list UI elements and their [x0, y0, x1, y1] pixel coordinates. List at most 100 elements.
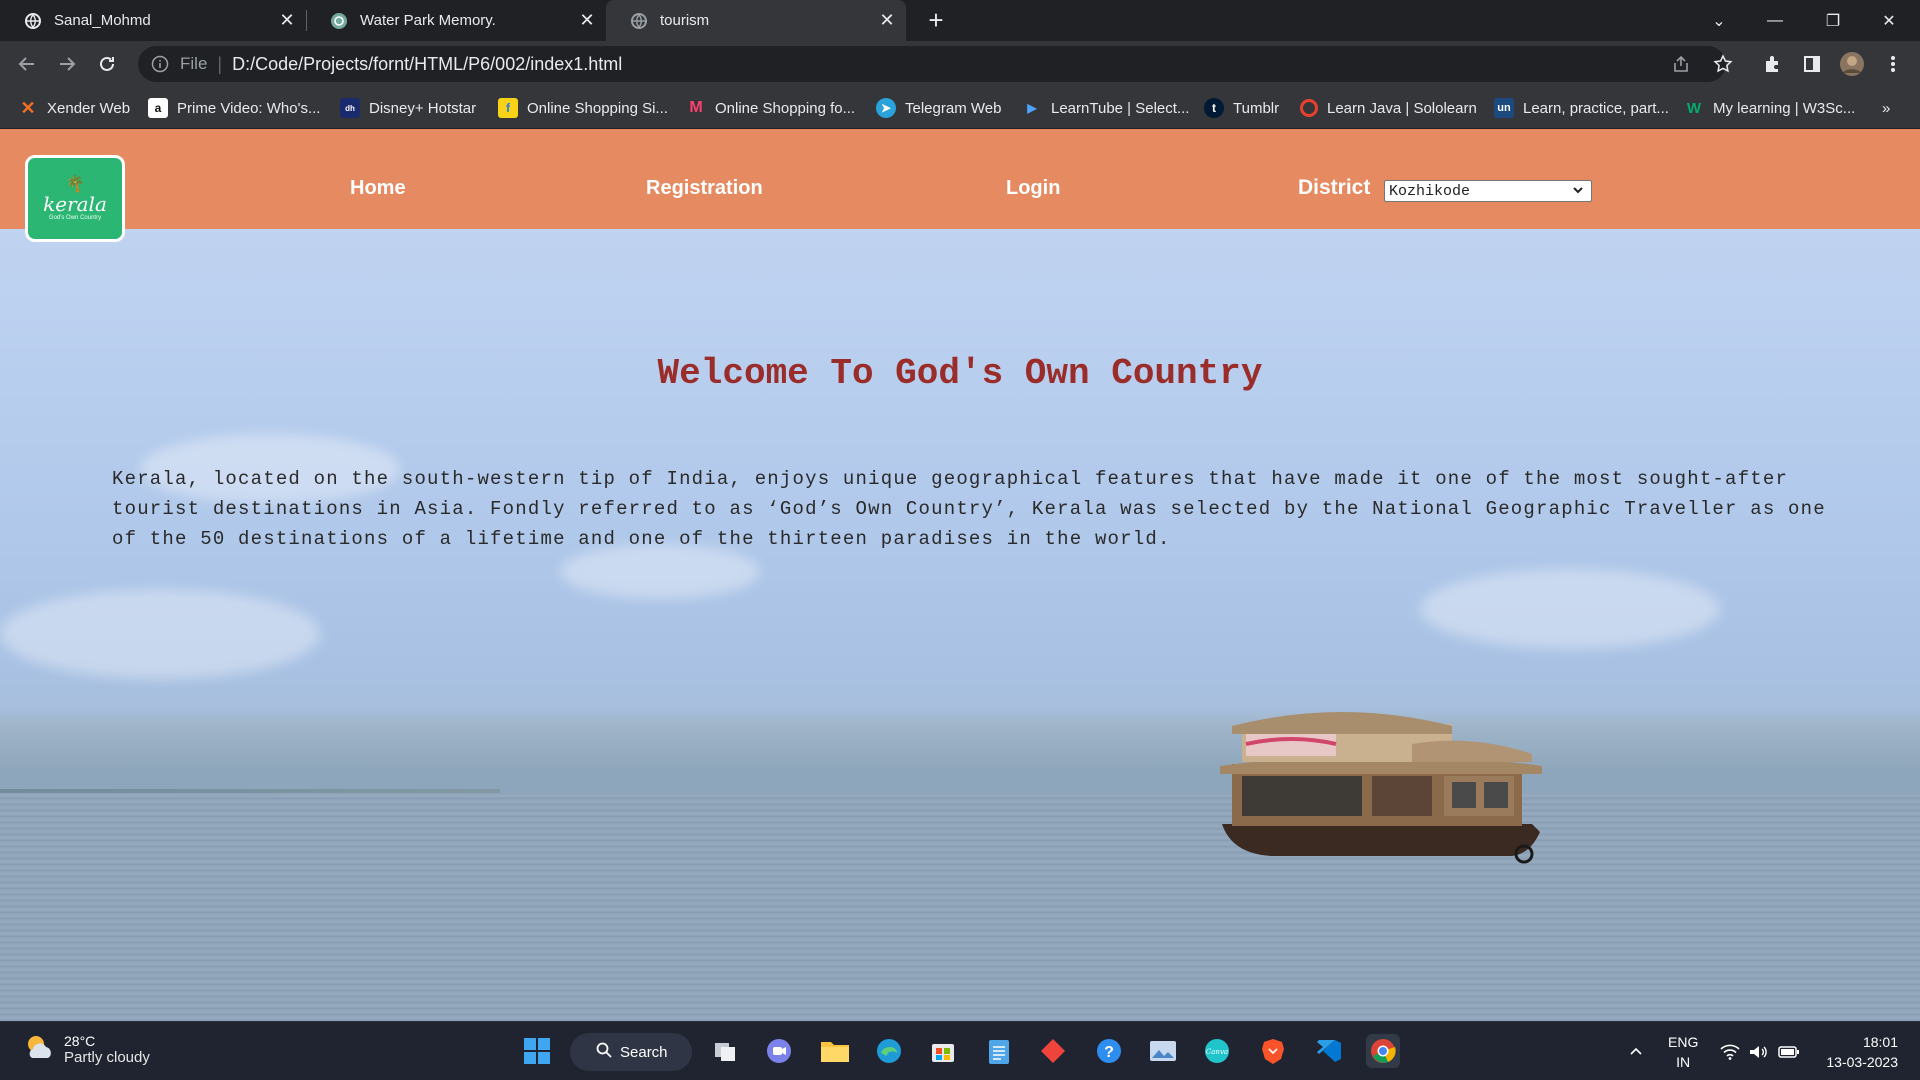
- weather-widget[interactable]: 28°C Partly cloudy: [22, 1030, 150, 1069]
- microsoft-store-icon[interactable]: [926, 1034, 960, 1068]
- globe-icon: [24, 12, 42, 30]
- district-select[interactable]: Kozhikode: [1384, 180, 1592, 202]
- bookmarks-bar: ✕ Xender Web a Prime Video: Who's... dh …: [0, 87, 1920, 129]
- kerala-logo[interactable]: 🌴 kerala God's Own Country: [25, 155, 125, 242]
- forward-button[interactable]: [52, 49, 82, 79]
- bookmark-myntra[interactable]: M Online Shopping fo...: [686, 96, 855, 120]
- bookmark-label: Learn, practice, part...: [1523, 99, 1669, 117]
- browser-toolbar: File | D:/Code/Projects/fornt/HTML/P6/00…: [0, 41, 1920, 87]
- wifi-icon[interactable]: [1720, 1022, 1740, 1080]
- windows-taskbar: 28°C Partly cloudy Search ? Canva ENG IN…: [0, 1021, 1920, 1080]
- close-tab-icon[interactable]: ✕: [576, 10, 598, 32]
- tab-water-park[interactable]: Water Park Memory. ✕: [306, 0, 606, 41]
- bookmark-xender[interactable]: ✕ Xender Web: [18, 96, 130, 120]
- bookmark-flipkart[interactable]: f Online Shopping Si...: [498, 96, 668, 120]
- nav-registration-link[interactable]: Registration: [646, 177, 763, 200]
- bookmark-tumblr[interactable]: t Tumblr: [1204, 96, 1279, 120]
- myntra-icon: M: [689, 99, 703, 116]
- backwater-sea: [0, 793, 1920, 1021]
- reload-button[interactable]: [92, 49, 122, 79]
- tab-title: tourism: [660, 12, 710, 29]
- palm-tree-icon: 🌴: [65, 175, 85, 193]
- page-title: Welcome To God's Own Country: [657, 353, 1263, 394]
- edge-icon[interactable]: [872, 1034, 906, 1068]
- bookmark-star-icon[interactable]: [1710, 51, 1736, 77]
- photos-icon[interactable]: [1146, 1034, 1180, 1068]
- xender-icon: ✕: [20, 97, 36, 118]
- bookmark-telegram[interactable]: ➤ Telegram Web: [876, 96, 1001, 120]
- district-selected-value: Kozhikode: [1389, 182, 1471, 200]
- tab-title: Sanal_Mohmd: [54, 12, 151, 29]
- volume-icon[interactable]: [1748, 1022, 1768, 1080]
- bookmark-label: My learning | W3Sc...: [1713, 99, 1856, 117]
- chrome-icon[interactable]: [1366, 1034, 1400, 1068]
- teams-chat-icon[interactable]: [762, 1034, 796, 1068]
- bookmark-label: Learn Java | Sololearn: [1327, 99, 1477, 117]
- task-view-icon[interactable]: [708, 1034, 742, 1068]
- weather-condition: Partly cloudy: [64, 1049, 150, 1066]
- battery-icon[interactable]: [1778, 1022, 1800, 1080]
- globe-icon: [630, 12, 648, 30]
- close-tab-icon[interactable]: ✕: [276, 10, 298, 32]
- help-icon[interactable]: ?: [1092, 1034, 1126, 1068]
- chevron-down-icon: [1571, 183, 1585, 202]
- extensions-icon[interactable]: [1760, 51, 1786, 77]
- logo-text: kerala: [43, 191, 107, 216]
- share-icon[interactable]: [1668, 51, 1694, 77]
- anydesk-icon[interactable]: [1036, 1034, 1070, 1068]
- close-window-button[interactable]: ✕: [1866, 0, 1912, 41]
- bookmark-unstop[interactable]: un Learn, practice, part...: [1494, 96, 1669, 120]
- bookmark-label: Online Shopping fo...: [715, 99, 856, 117]
- tumblr-icon: t: [1204, 98, 1224, 118]
- weather-temperature: 28°C: [64, 1033, 96, 1049]
- profile-avatar[interactable]: [1839, 51, 1865, 77]
- notepad-icon[interactable]: [982, 1034, 1016, 1068]
- clock-time: 18:01: [1862, 1034, 1898, 1050]
- nav-login-link[interactable]: Login: [1006, 177, 1060, 200]
- info-icon[interactable]: [150, 54, 170, 74]
- intro-paragraph: Kerala, located on the south-western tip…: [112, 468, 1826, 550]
- address-bar[interactable]: File | D:/Code/Projects/fornt/HTML/P6/00…: [138, 46, 1726, 82]
- tab-search-icon[interactable]: ⌄: [1696, 0, 1742, 41]
- hotstar-icon: dh: [340, 98, 360, 118]
- bookmark-sololearn[interactable]: Learn Java | Sololearn: [1300, 96, 1477, 120]
- bookmark-prime-video[interactable]: a Prime Video: Who's...: [148, 96, 320, 120]
- w3schools-icon: W: [1686, 99, 1702, 117]
- bookmark-label: Xender Web: [47, 99, 131, 117]
- url-text[interactable]: D:/Code/Projects/fornt/HTML/P6/002/index…: [232, 54, 622, 75]
- unstop-icon: un: [1494, 98, 1514, 118]
- show-hidden-icons[interactable]: [1628, 1022, 1644, 1080]
- amazon-icon: a: [148, 98, 168, 118]
- partly-cloudy-icon: [22, 1030, 56, 1069]
- sololearn-icon: [1300, 99, 1318, 117]
- language-code: ENG: [1668, 1034, 1699, 1050]
- bookmark-w3schools[interactable]: W My learning | W3Sc...: [1684, 96, 1855, 120]
- vscode-icon[interactable]: [1312, 1034, 1346, 1068]
- close-tab-icon[interactable]: ✕: [876, 10, 898, 32]
- bookmark-learntube[interactable]: ▶ LearnTube | Select...: [1022, 96, 1189, 120]
- canva-icon[interactable]: Canva: [1200, 1034, 1234, 1068]
- more-bookmarks-icon[interactable]: »: [1882, 96, 1890, 120]
- restore-button[interactable]: ❐: [1810, 0, 1856, 41]
- search-label: Search: [620, 1043, 668, 1061]
- taskbar-search[interactable]: Search: [570, 1033, 692, 1071]
- new-tab-button[interactable]: +: [922, 5, 950, 35]
- system-clock[interactable]: 18:01 13-03-2023: [1826, 1032, 1898, 1072]
- brave-icon[interactable]: [1256, 1034, 1290, 1068]
- minimize-button[interactable]: —: [1752, 0, 1798, 41]
- nav-home-link[interactable]: Home: [350, 177, 406, 200]
- language-indicator[interactable]: ENG IN: [1668, 1032, 1698, 1072]
- start-button[interactable]: [520, 1034, 554, 1068]
- search-icon: [596, 1042, 612, 1062]
- tab-tourism[interactable]: tourism ✕: [606, 0, 906, 41]
- bookmark-label: Prime Video: Who's...: [177, 99, 321, 117]
- back-button[interactable]: [12, 49, 42, 79]
- houseboat-image: [1220, 712, 1542, 864]
- menu-icon[interactable]: [1880, 51, 1906, 77]
- bookmark-hotstar[interactable]: dh Disney+ Hotstar: [340, 96, 476, 120]
- side-panel-icon[interactable]: [1799, 51, 1825, 77]
- cloud: [1420, 569, 1720, 649]
- cloud: [0, 589, 320, 679]
- tab-sanal[interactable]: Sanal_Mohmd ✕: [0, 0, 306, 41]
- file-explorer-icon[interactable]: [818, 1034, 852, 1068]
